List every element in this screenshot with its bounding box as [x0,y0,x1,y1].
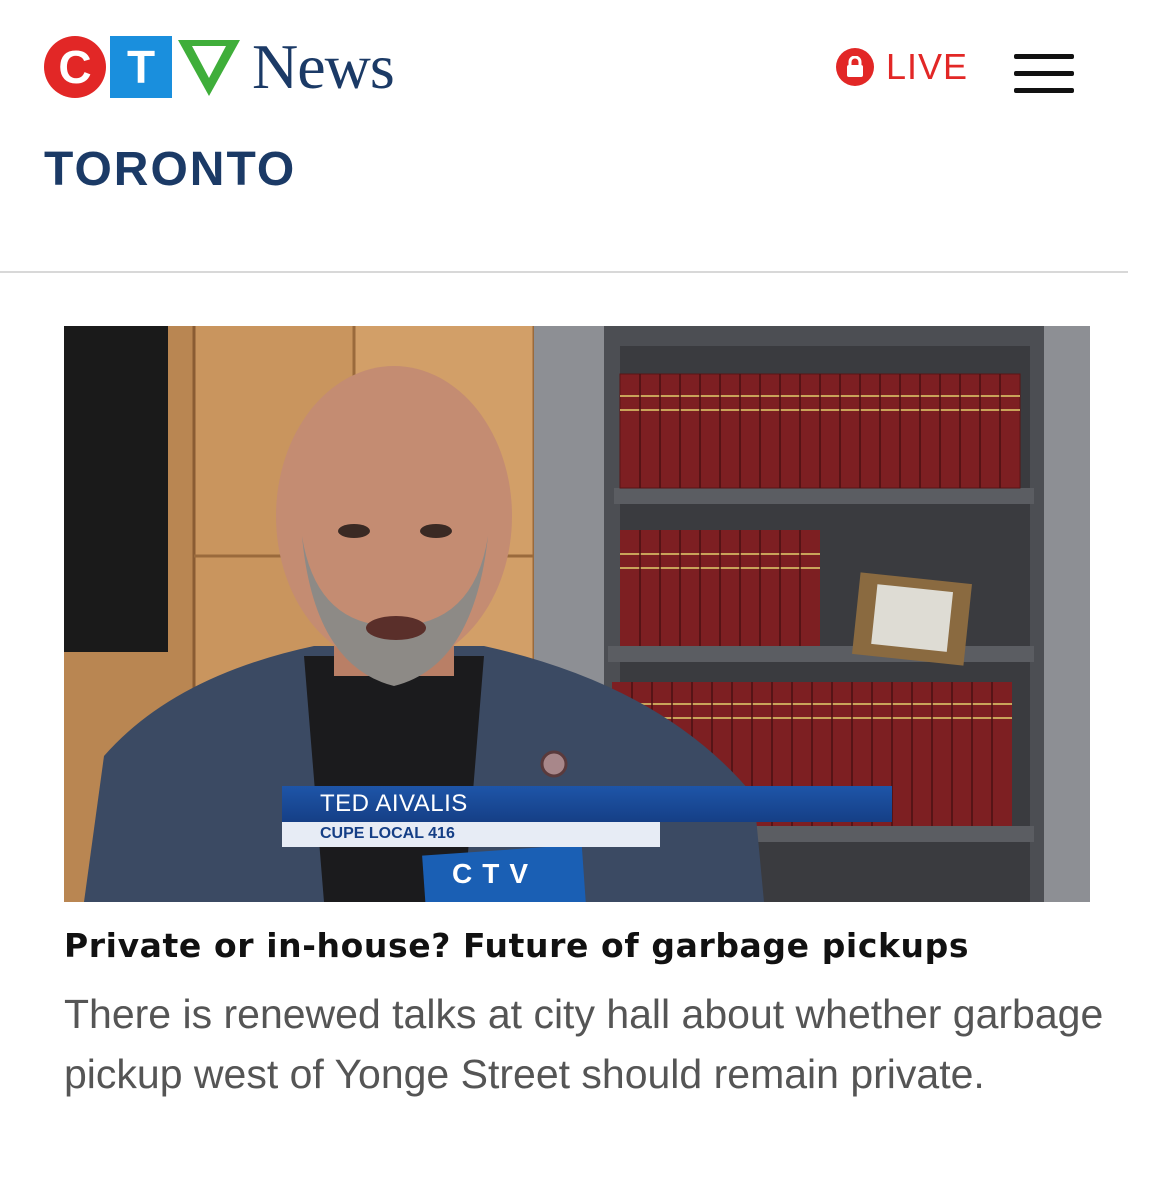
lower-third-name: TED AIVALIS [282,786,892,822]
live-label: LIVE [886,46,969,87]
header-divider [0,271,1128,273]
article-summary: There is renewed talks at city hall abou… [64,991,1104,1097]
site-header: C T News TORONTO LIVE [0,0,1154,272]
region-title: TORONTO [44,143,297,196]
lower-third-org: CUPE LOCAL 416 [282,822,660,847]
ctv-news-logo[interactable]: C T News [44,31,395,102]
article-headline[interactable]: Private or in-house? Future of garbage p… [64,926,1124,965]
lock-icon [836,48,874,86]
logo-letter-t: T [110,36,172,98]
lower-third: TED AIVALIS CUPE LOCAL 416 [282,786,892,847]
logo-wordmark: News [252,31,395,102]
logo-letter-c: C [44,36,106,98]
page: C T News TORONTO LIVE TED AIVALIS CUPE L… [0,0,1154,1200]
live-button[interactable]: LIVE [836,46,968,88]
article-thumbnail[interactable]: TED AIVALIS CUPE LOCAL 416 CTV [64,326,1090,902]
hamburger-menu-icon[interactable] [1014,52,1074,96]
mic-flag-label: CTV [452,858,538,889]
logo-letter-v-icon [176,36,242,98]
